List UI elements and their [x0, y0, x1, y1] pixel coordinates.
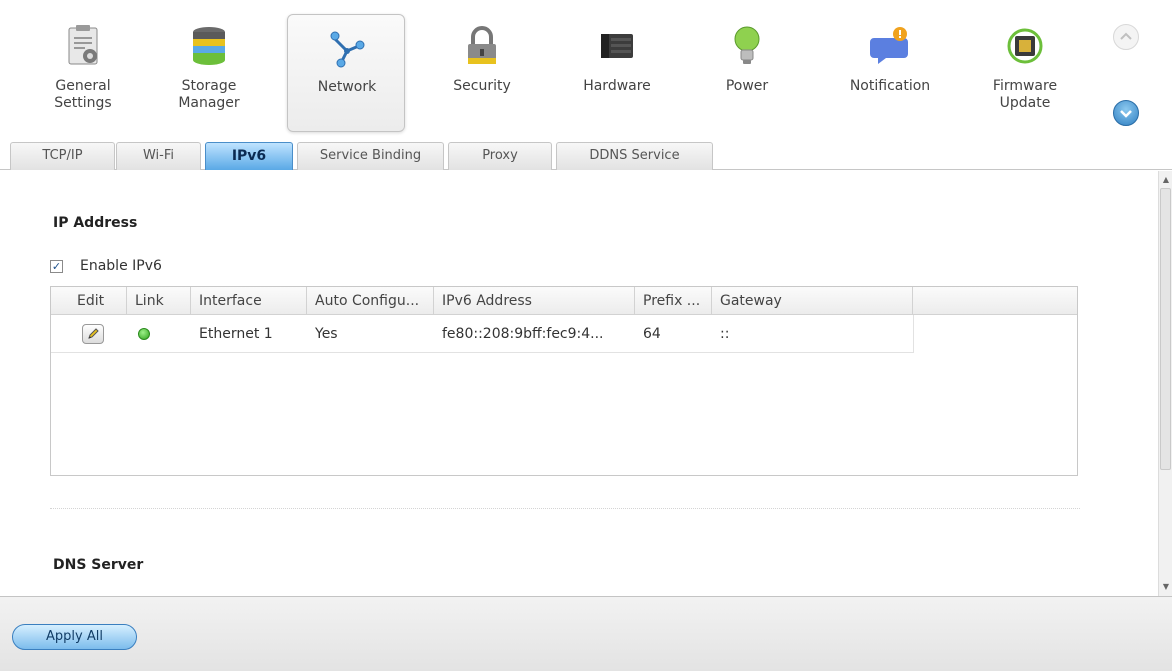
link-status-indicator	[138, 328, 150, 340]
toolbar-item-power[interactable]: Power	[688, 14, 806, 132]
column-header-gateway[interactable]: Gateway	[712, 287, 913, 315]
table-header: Edit Link Interface Auto Configu... IPv6…	[51, 287, 1077, 315]
column-header-prefix[interactable]: Prefix ...	[635, 287, 712, 315]
content-scrollbar[interactable]: ▲ ▼	[1158, 171, 1172, 596]
tab-wi-fi[interactable]: Wi-Fi	[116, 142, 201, 170]
ip-address-heading: IP Address	[53, 215, 138, 231]
column-header-auto-config[interactable]: Auto Configu...	[307, 287, 434, 315]
column-header-interface[interactable]: Interface	[191, 287, 307, 315]
network-tabs: TCP/IP Wi-Fi IPv6 Service Binding Proxy …	[0, 140, 1172, 170]
scrollbar-thumb[interactable]	[1160, 188, 1171, 470]
category-toolbar: General Settings Storage Manager Network	[0, 0, 1172, 140]
cell-prefix: 64	[643, 326, 661, 342]
tab-service-binding[interactable]: Service Binding	[297, 142, 444, 170]
tab-proxy[interactable]: Proxy	[448, 142, 552, 170]
toolbar-item-storage-manager[interactable]: Storage Manager	[150, 14, 268, 132]
toolbar-item-general-settings-label: General Settings	[54, 78, 112, 111]
toolbar-item-firmware-update[interactable]: Firmware Update	[966, 14, 1084, 132]
scroll-down-button[interactable]	[1113, 100, 1139, 126]
tab-ddns-service[interactable]: DDNS Service	[556, 142, 713, 170]
toolbar-item-network[interactable]: Network	[287, 14, 405, 132]
lightbulb-icon	[734, 26, 760, 64]
apply-all-button[interactable]: Apply All	[12, 624, 137, 650]
nas-hardware-icon	[601, 34, 633, 58]
dns-server-heading: DNS Server	[53, 557, 144, 573]
cell-interface: Ethernet 1	[199, 326, 273, 342]
row-divider	[913, 315, 914, 353]
tab-ipv6[interactable]: IPv6	[205, 142, 293, 170]
table-row[interactable]: Ethernet 1 Yes fe80::208:9bff:fec9:4... …	[51, 315, 913, 353]
toolbar-label: Power	[688, 78, 806, 95]
ipv6-settings-panel: IP Address ✓ Enable IPv6 Edit Link Inter…	[0, 171, 1158, 596]
toolbar-item-security[interactable]: Security	[423, 14, 541, 132]
toolbar-label: Firmware Update	[966, 78, 1084, 112]
chip-update-icon	[1007, 28, 1043, 64]
toolbar-label: Security	[423, 78, 541, 95]
scroll-up-button[interactable]	[1113, 24, 1139, 50]
clipboard-settings-icon	[68, 25, 98, 65]
chevron-down-icon	[1120, 110, 1132, 118]
chevron-up-icon	[1120, 32, 1132, 40]
toolbar-label: Notification	[831, 78, 949, 95]
toolbar-item-hardware-label: Hardware	[583, 78, 651, 94]
scroll-up-arrow-icon[interactable]: ▲	[1159, 173, 1172, 187]
toolbar-item-network-label: Network	[317, 79, 377, 95]
toolbar-item-general-settings[interactable]: General Settings	[24, 14, 142, 132]
pencil-icon	[88, 328, 99, 339]
toolbar-item-notification[interactable]: Notification	[831, 14, 949, 132]
padlock-icon	[468, 26, 496, 64]
toolbar-item-firmware-update-label: Firmware Update	[992, 78, 1058, 111]
network-icon	[330, 31, 365, 68]
footer-bar: Apply All	[0, 596, 1172, 671]
cell-ipv6-address: fe80::208:9bff:fec9:4...	[442, 326, 604, 342]
toolbar-label: General Settings	[24, 78, 142, 112]
ipv6-interface-table: Edit Link Interface Auto Configu... IPv6…	[50, 286, 1078, 476]
section-divider	[50, 508, 1080, 509]
column-header-link[interactable]: Link	[127, 287, 191, 315]
chat-bubble-icon	[870, 27, 908, 64]
cell-gateway: ::	[720, 326, 730, 342]
enable-ipv6-checkbox[interactable]: ✓	[50, 260, 63, 273]
toolbar-label: Storage Manager	[150, 78, 268, 112]
toolbar-item-security-label: Security	[453, 78, 511, 94]
disk-stack-icon	[193, 27, 225, 65]
toolbar-item-notification-label: Notification	[849, 78, 931, 94]
tab-tcp-ip[interactable]: TCP/IP	[10, 142, 115, 170]
enable-ipv6-label[interactable]: Enable IPv6	[80, 258, 162, 274]
scroll-down-arrow-icon[interactable]: ▼	[1159, 580, 1172, 594]
column-header-ipv6-address[interactable]: IPv6 Address	[434, 287, 635, 315]
cell-auto-config: Yes	[315, 326, 338, 342]
toolbar-item-power-label: Power	[725, 78, 769, 94]
toolbar-label: Network	[288, 79, 406, 96]
edit-button[interactable]	[82, 324, 104, 344]
column-header-edit[interactable]: Edit	[51, 287, 127, 315]
toolbar-label: Hardware	[558, 78, 676, 95]
toolbar-item-hardware[interactable]: Hardware	[558, 14, 676, 132]
toolbar-item-storage-manager-label: Storage Manager	[178, 78, 240, 111]
